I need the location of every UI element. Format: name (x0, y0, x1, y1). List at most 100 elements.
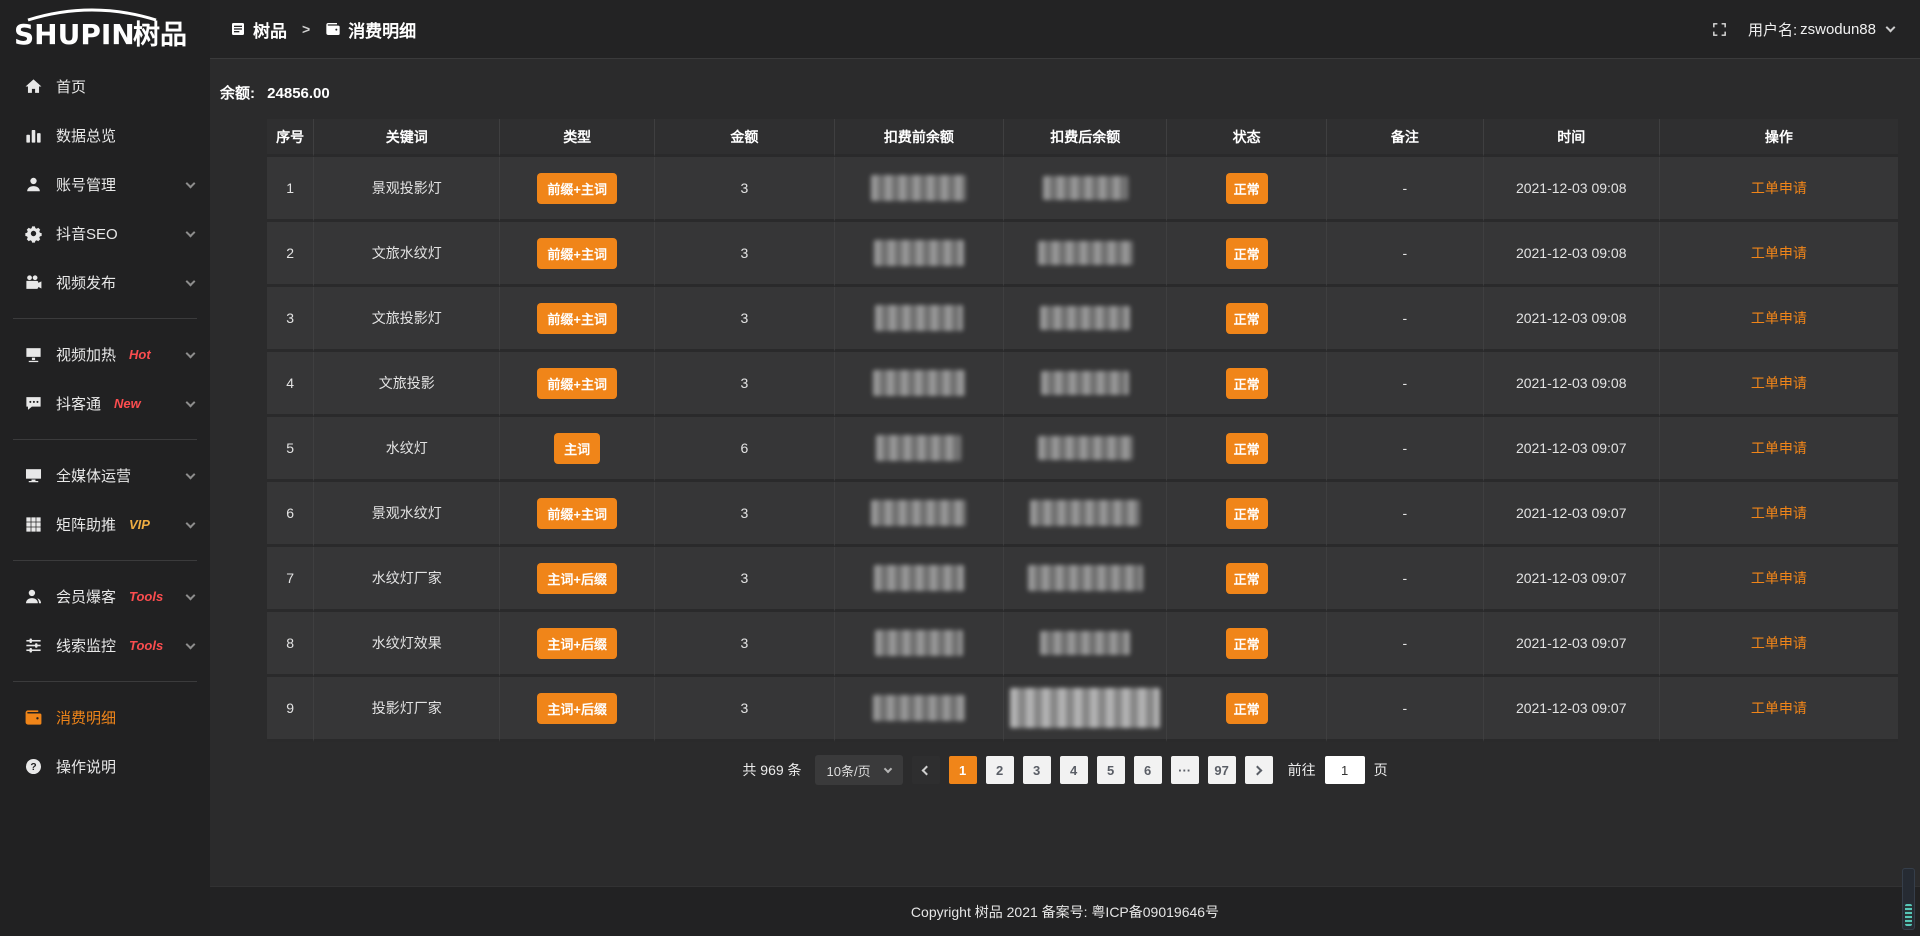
sidebar-item-consume-detail[interactable]: 消费明细 (0, 693, 210, 742)
sidebar-item-account-manage[interactable]: 账号管理 (0, 160, 210, 209)
table-row: 1景观投影灯前缀+主词3正常-2021-12-03 09:08工单申请 (267, 157, 1898, 222)
work-order-link[interactable]: 工单申请 (1751, 310, 1807, 326)
work-order-link[interactable]: 工单申请 (1751, 700, 1807, 716)
breadcrumb-item-consume-detail[interactable]: 消费明细 (325, 17, 416, 42)
sidebar-item-tag: Tools (129, 589, 163, 604)
page-button-6[interactable]: 6 (1134, 756, 1162, 784)
column-header: 关键词 (314, 119, 500, 157)
cell-keyword: 景观水纹灯 (314, 482, 500, 547)
sidebar-item-member-burst[interactable]: 会员爆客Tools (0, 572, 210, 621)
work-order-link[interactable]: 工单申请 (1751, 570, 1807, 586)
type-badge: 前缀+主词 (537, 238, 617, 269)
work-order-link[interactable]: 工单申请 (1751, 440, 1807, 456)
work-order-link[interactable]: 工单申请 (1751, 635, 1807, 651)
topbar: 树品 > 消费明细 用户名: zswodun88 (210, 0, 1920, 59)
prev-page-button[interactable] (912, 756, 940, 784)
censored-value (1028, 565, 1143, 591)
table-row: 6景观水纹灯前缀+主词3正常-2021-12-03 09:07工单申请 (267, 482, 1898, 547)
page-button-5[interactable]: 5 (1097, 756, 1125, 784)
sidebar-item-video-publish[interactable]: 视频发布 (0, 258, 210, 307)
cell-pre-balance (835, 547, 1005, 612)
table-row: 9投影灯厂家主词+后缀3正常-2021-12-03 09:07工单申请 (267, 677, 1898, 742)
gear-icon (24, 224, 43, 243)
cell-action: 工单申请 (1660, 352, 1898, 417)
sidebar-item-data-overview[interactable]: 数据总览 (0, 111, 210, 160)
sidebar-item-matrix-boost[interactable]: 矩阵助推VIP (0, 500, 210, 549)
app-logo[interactable]: SHUPIN 树品 (0, 0, 210, 58)
next-page-button[interactable] (1245, 756, 1273, 784)
breadcrumb-separator: > (302, 21, 310, 37)
work-order-link[interactable]: 工单申请 (1751, 505, 1807, 521)
sidebar-divider (13, 439, 197, 440)
chat-icon (24, 394, 43, 413)
table-row: 7水纹灯厂家主词+后缀3正常-2021-12-03 09:07工单申请 (267, 547, 1898, 612)
status-badge: 正常 (1226, 368, 1268, 399)
cell-pre-balance (835, 417, 1005, 482)
sidebar-item-media-operation[interactable]: 全媒体运营 (0, 451, 210, 500)
fullscreen-icon[interactable] (1711, 21, 1728, 38)
cell-amount: 3 (655, 677, 834, 742)
page-size-select[interactable]: 10条/页 (815, 755, 903, 785)
chevron-down-glyph (186, 590, 196, 600)
cell-post-balance (1004, 677, 1167, 742)
cell-post-balance (1004, 352, 1167, 417)
cell-type: 主词 (500, 417, 655, 482)
sidebar-item-label: 线索监控 (56, 635, 116, 656)
page-button-97[interactable]: 97 (1208, 756, 1236, 784)
cell-amount: 3 (655, 482, 834, 547)
sidebar-item-tag: VIP (129, 517, 150, 532)
scrollbar-widget[interactable] (1902, 868, 1915, 930)
cell-note: - (1327, 417, 1484, 482)
status-badge: 正常 (1226, 628, 1268, 659)
goto-label: 前往 (1288, 760, 1316, 780)
sidebar-item-clue-monitor[interactable]: 线索监控Tools (0, 621, 210, 670)
sidebar-item-video-heat[interactable]: 视频加热Hot (0, 330, 210, 379)
cell-post-balance (1004, 287, 1167, 352)
column-header: 序号 (267, 119, 314, 157)
cell-post-balance (1004, 222, 1167, 287)
balance: 余额: 24856.00 (210, 60, 1920, 119)
cell-keyword: 文旅投影 (314, 352, 500, 417)
censored-value (871, 500, 966, 526)
cell-pre-balance (835, 287, 1005, 352)
goto-suffix: 页 (1374, 760, 1388, 780)
page-button-2[interactable]: 2 (986, 756, 1014, 784)
work-order-link[interactable]: 工单申请 (1751, 375, 1807, 391)
chevron-down-glyph (186, 178, 196, 188)
goto-page-input[interactable] (1325, 756, 1365, 784)
logo-graphic: SHUPIN 树品 (12, 5, 198, 53)
cell-index: 5 (267, 417, 314, 482)
pagination-total: 共 969 条 (742, 760, 801, 780)
username: zswodun88 (1800, 21, 1876, 38)
video-camera-icon (24, 273, 43, 292)
user-group-icon (24, 587, 43, 606)
table-row: 2文旅水纹灯前缀+主词3正常-2021-12-03 09:08工单申请 (267, 222, 1898, 287)
cell-post-balance (1004, 547, 1167, 612)
sidebar-item-operation-guide[interactable]: ?操作说明 (0, 742, 210, 791)
censored-value (873, 370, 965, 396)
page-button-3[interactable]: 3 (1023, 756, 1051, 784)
page-ellipsis-button[interactable]: ··· (1171, 756, 1199, 784)
sidebar-item-douketong[interactable]: 抖客通New (0, 379, 210, 428)
sidebar-item-home[interactable]: 首页 (0, 62, 210, 111)
cell-action: 工单申请 (1660, 222, 1898, 287)
chevron-left-icon (922, 765, 932, 775)
cell-index: 9 (267, 677, 314, 742)
cell-pre-balance (835, 157, 1005, 222)
page-button-1[interactable]: 1 (949, 756, 977, 784)
status-badge: 正常 (1226, 238, 1268, 269)
screen-icon (24, 345, 43, 364)
page-button-4[interactable]: 4 (1060, 756, 1088, 784)
censored-value (1030, 500, 1140, 526)
breadcrumb-item-shupin[interactable]: 树品 (230, 17, 287, 42)
cell-keyword: 文旅水纹灯 (314, 222, 500, 287)
type-badge: 前缀+主词 (537, 303, 617, 334)
cell-type: 主词+后缀 (500, 612, 655, 677)
sidebar-item-douyin-seo[interactable]: 抖音SEO (0, 209, 210, 258)
cell-time: 2021-12-03 09:07 (1484, 547, 1660, 612)
work-order-link[interactable]: 工单申请 (1751, 245, 1807, 261)
user-menu[interactable]: 用户名: zswodun88 (1748, 19, 1894, 40)
sliders-icon (24, 636, 43, 655)
chevron-down-icon (187, 402, 194, 406)
work-order-link[interactable]: 工单申请 (1751, 180, 1807, 196)
